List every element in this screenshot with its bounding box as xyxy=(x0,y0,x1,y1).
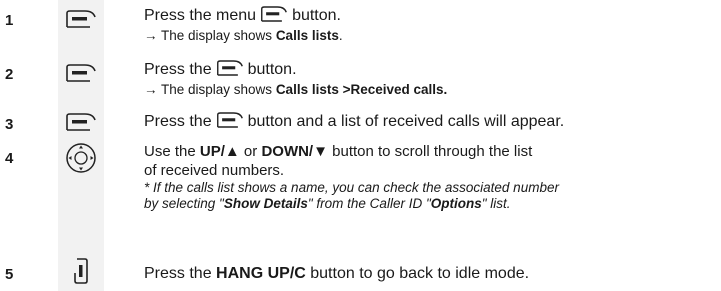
step-text: button to scroll through the list xyxy=(327,143,533,160)
step-5-text: Press the HANG UP/C button to go back to… xyxy=(144,264,715,283)
step-3: 3 Press the button and a list of received… xyxy=(0,108,721,138)
step-4-text: Use the UP/▲ or DOWN/▼ button to scroll … xyxy=(144,142,715,212)
footnote: by selecting "Show Details" from the Cal… xyxy=(144,196,715,212)
footnote: * If the calls list shows a name, you ca… xyxy=(144,180,559,195)
result-text: → The display shows xyxy=(144,82,276,97)
menu-button-icon xyxy=(216,59,244,82)
result-display: Calls lists xyxy=(275,28,339,43)
step-3-text: Press the button and a list of received c… xyxy=(144,111,715,134)
step-text: button. xyxy=(292,7,341,24)
down-key-label: DOWN/ xyxy=(261,143,314,160)
step-1-text: Press the menu button. → The display show… xyxy=(144,5,715,44)
result-text: . xyxy=(338,28,343,43)
step-result: → The display shows Calls lists >Receive… xyxy=(144,82,715,98)
step-text: button. xyxy=(247,61,297,78)
down-arrow-icon: ▼ xyxy=(313,143,328,160)
options-label: Options xyxy=(430,196,482,211)
step-1: 1 Press the menu button. → The display sh… xyxy=(0,0,721,48)
navigation-key-icon xyxy=(64,142,98,174)
menu-button-icon xyxy=(260,5,288,28)
step-2: 2 Press the button. → The display shows C… xyxy=(0,54,721,102)
step-2-text: Press the button. → The display shows Cal… xyxy=(144,59,715,98)
step-text: of received numbers. xyxy=(144,162,285,179)
menu-button-icon xyxy=(64,63,98,83)
menu-button-icon xyxy=(64,9,98,29)
menu-button-icon xyxy=(64,112,98,132)
step-text: Use the xyxy=(144,143,200,160)
step-text: Press the xyxy=(144,265,217,282)
footnote-text: " from the Caller ID " xyxy=(307,196,431,211)
step-text: button and a list of received calls will… xyxy=(247,113,565,130)
result-text: → The display shows xyxy=(144,28,276,43)
step-number: 1 xyxy=(5,12,14,29)
step-number: 4 xyxy=(5,150,14,167)
step-text: Press the xyxy=(144,113,212,130)
step-number: 5 xyxy=(5,266,14,283)
step-text: button to go back to idle mode. xyxy=(305,265,530,282)
up-arrow-icon: ▲ xyxy=(224,143,240,160)
footnote-text: " list. xyxy=(481,196,511,211)
step-number: 3 xyxy=(5,116,14,133)
show-details-label: Show Details xyxy=(223,196,308,211)
result-display: Calls lists >Received calls. xyxy=(275,82,448,97)
hang-up-key-label: HANG UP/C xyxy=(216,265,306,282)
step-5: 5 Press the HANG UP/C button to go back … xyxy=(0,252,721,288)
menu-button-icon xyxy=(216,111,244,134)
up-key-label: UP/ xyxy=(199,143,225,160)
footnote-text: by selecting " xyxy=(144,196,224,211)
step-number: 2 xyxy=(5,66,14,83)
step-text: or xyxy=(239,143,262,160)
step-4: 4 Use the UP/▲ or DOWN/▼ button to scrol… xyxy=(0,140,721,252)
step-text: Press the xyxy=(144,61,212,78)
step-text: Press the menu xyxy=(144,7,257,24)
step-result: → The display shows Calls lists. xyxy=(144,28,715,44)
hang-up-button-icon xyxy=(64,257,98,285)
